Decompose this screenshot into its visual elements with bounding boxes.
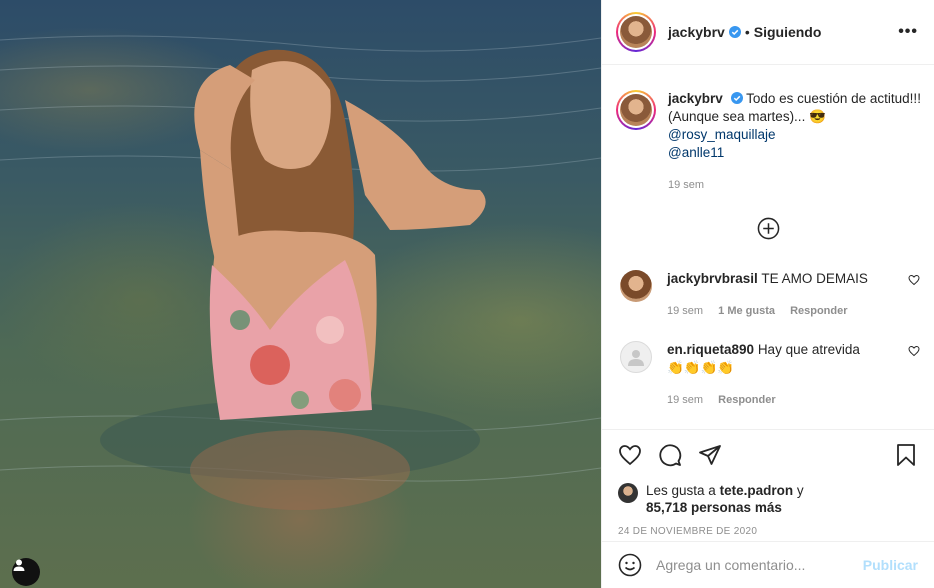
person-icon	[13, 559, 25, 571]
verified-badge-icon	[728, 26, 741, 38]
post-caption: jackybrv Todo es cuestión de actitud!!! …	[616, 90, 921, 194]
mention-link[interactable]: @rosy_maquillaje	[668, 126, 921, 144]
comment-text: TE AMO DEMAIS	[761, 271, 868, 286]
comment-likes[interactable]: 1 Me gusta	[718, 305, 775, 317]
likes-suffix: y	[796, 483, 804, 498]
comment-author[interactable]: jackybrvbrasil	[667, 271, 758, 286]
caption-timestamp[interactable]: 19 sem	[668, 176, 921, 194]
comment-avatar[interactable]	[620, 270, 652, 302]
comment-input[interactable]	[656, 557, 863, 573]
emoji-icon[interactable]	[618, 553, 642, 577]
comment-icon[interactable]	[658, 443, 682, 467]
caption-author-avatar[interactable]	[616, 90, 656, 130]
comment-author[interactable]: en.riqueta890	[667, 342, 754, 357]
share-icon[interactable]	[698, 443, 722, 467]
post-actions: Les gusta a tete.padron y 85,718 persona…	[602, 429, 934, 537]
photo-illustration	[0, 35, 601, 510]
comment-item: jackybrvbrasil TE AMO DEMAIS 19 sem 1 Me…	[620, 270, 920, 320]
comment-emoji: 👏👏👏👏	[667, 360, 735, 375]
reply-button[interactable]: Responder	[790, 305, 847, 317]
liker-username[interactable]: tete.padron	[720, 483, 794, 498]
post-date[interactable]: 24 DE NOVIEMBRE DE 2020	[618, 526, 918, 537]
mention-link[interactable]: @anlle11	[668, 144, 921, 162]
likes-count[interactable]: 85,718 personas más	[646, 500, 782, 515]
following-button[interactable]: Siguiendo	[754, 24, 822, 40]
like-comment-icon[interactable]	[908, 274, 920, 286]
likes-summary: Les gusta a tete.padron y 85,718 persona…	[618, 482, 918, 516]
like-comment-icon[interactable]	[908, 345, 920, 357]
verified-badge-icon	[730, 92, 743, 104]
comment-avatar[interactable]	[620, 341, 652, 373]
reply-button[interactable]: Responder	[718, 394, 775, 406]
bookmark-icon[interactable]	[894, 443, 918, 467]
caption-author[interactable]: jackybrv	[668, 91, 723, 106]
post-header: jackybrv • Siguiendo •••	[602, 0, 934, 65]
publish-button[interactable]: Publicar	[863, 557, 918, 573]
tagged-users-button[interactable]	[12, 558, 40, 586]
author-username[interactable]: jackybrv	[668, 24, 725, 40]
comment-timestamp[interactable]: 19 sem	[667, 394, 703, 406]
heart-icon[interactable]	[618, 443, 642, 467]
liker-avatar[interactable]	[618, 483, 638, 503]
comment-text: Hay que atrevida	[757, 342, 860, 357]
comment-timestamp[interactable]: 19 sem	[667, 305, 703, 317]
comment-item: en.riqueta890 Hay que atrevida 👏👏👏👏 19 s…	[620, 341, 920, 409]
more-options-icon[interactable]: •••	[898, 23, 918, 41]
header-separator: •	[744, 24, 750, 40]
default-avatar-icon	[628, 350, 644, 366]
likes-prefix: Les gusta a	[646, 483, 716, 498]
add-comment-bar: Publicar	[602, 541, 934, 588]
load-more-comments-icon[interactable]	[757, 217, 780, 240]
author-avatar[interactable]	[616, 12, 656, 52]
post-photo[interactable]	[0, 0, 601, 588]
post-sidebar: jackybrv • Siguiendo ••• jackybrv Todo e…	[601, 0, 934, 588]
post-dialog: jackybrv • Siguiendo ••• jackybrv Todo e…	[0, 0, 934, 588]
